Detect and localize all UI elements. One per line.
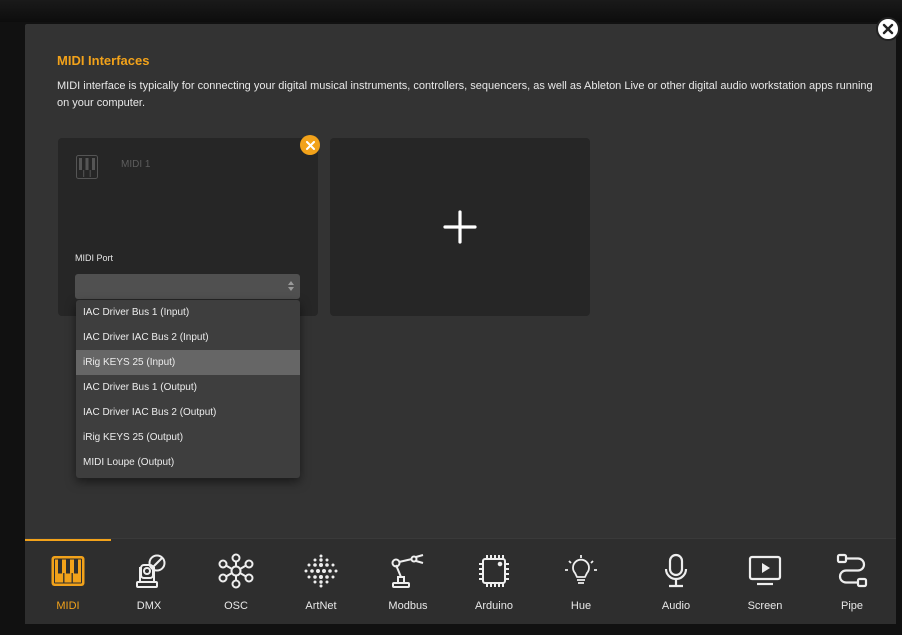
close-icon xyxy=(882,23,894,35)
tab-label: OSC xyxy=(224,600,248,612)
close-button[interactable] xyxy=(876,17,900,41)
dropdown-option[interactable]: IAC Driver IAC Bus 2 (Output) xyxy=(76,400,300,425)
background-top xyxy=(0,0,902,22)
page-title: MIDI Interfaces xyxy=(57,53,150,68)
chip-icon xyxy=(479,555,509,587)
tab-osc[interactable]: OSC xyxy=(196,539,276,625)
tab-pipe[interactable]: Pipe xyxy=(812,539,892,625)
midi-port-select[interactable] xyxy=(75,274,300,299)
tab-label: Arduino xyxy=(475,600,513,612)
remove-icon xyxy=(305,140,315,150)
dropdown-option-highlighted[interactable]: iRig KEYS 25 (Input) xyxy=(76,350,300,375)
microphone-icon xyxy=(664,553,688,588)
midi-port-dropdown: IAC Driver Bus 1 (Input) IAC Driver IAC … xyxy=(76,300,300,478)
tab-label: Modbus xyxy=(388,600,428,612)
tab-label: Hue xyxy=(570,600,592,612)
tab-artnet[interactable]: ArtNet xyxy=(281,539,361,625)
robot-arm-icon xyxy=(391,554,424,588)
tab-arduino[interactable]: Arduino xyxy=(454,539,534,625)
moving-light-icon xyxy=(136,554,166,588)
dropdown-option[interactable]: IAC Driver Bus 1 (Input) xyxy=(76,300,300,325)
tab-label: MIDI xyxy=(56,600,80,612)
midi-interface-card: MIDI 1 MIDI Port xyxy=(58,138,318,316)
dropdown-option[interactable]: MIDI Loupe (Output) xyxy=(76,450,300,475)
interface-type-tabs: MIDI DMX OSC ArtNet Modbus Arduino Hue A… xyxy=(25,538,896,624)
tab-label: Pipe xyxy=(840,600,864,612)
dropdown-option[interactable]: IAC Driver Bus 1 (Output) xyxy=(76,375,300,400)
plus-icon xyxy=(443,210,477,244)
dropdown-option[interactable]: iRig KEYS 25 (Output) xyxy=(76,425,300,450)
tab-midi[interactable]: MIDI xyxy=(28,539,108,625)
tab-label: ArtNet xyxy=(305,600,337,612)
piano-keys-icon xyxy=(51,556,85,586)
tab-dmx[interactable]: DMX xyxy=(109,539,189,625)
card-name: MIDI 1 xyxy=(121,159,151,170)
page-description: MIDI interface is typically for connecti… xyxy=(57,80,873,109)
midi-port-label: MIDI Port xyxy=(75,253,114,263)
select-arrows-icon xyxy=(288,281,294,291)
tab-label: DMX xyxy=(136,600,162,612)
dropdown-option[interactable]: IAC Driver IAC Bus 2 (Input) xyxy=(76,325,300,350)
remove-card-button[interactable] xyxy=(300,135,320,155)
tab-label: Audio xyxy=(661,600,691,612)
piano-keys-icon xyxy=(76,155,98,179)
tab-label: Screen xyxy=(747,600,783,612)
add-interface-button[interactable] xyxy=(330,138,590,316)
network-nodes-icon xyxy=(218,553,254,589)
tab-modbus[interactable]: Modbus xyxy=(368,539,448,625)
tab-audio[interactable]: Audio xyxy=(636,539,716,625)
tab-screen[interactable]: Screen xyxy=(725,539,805,625)
tab-hue[interactable]: Hue xyxy=(541,539,621,625)
pipe-icon xyxy=(836,553,868,588)
dot-grid-icon xyxy=(304,554,338,588)
light-bulb-icon xyxy=(565,555,597,584)
screen-play-icon xyxy=(748,555,782,586)
